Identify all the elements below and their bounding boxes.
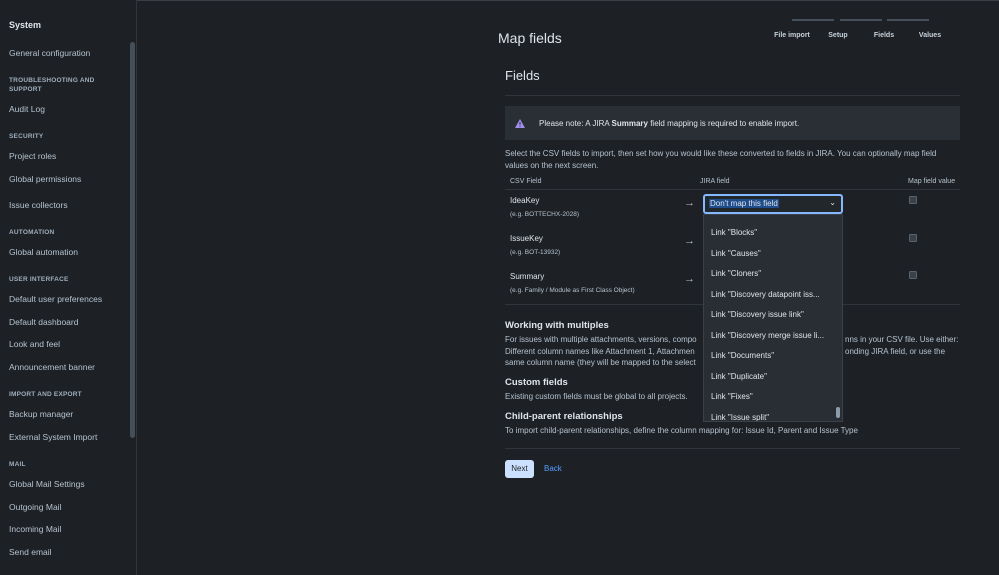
sidebar-heading-user-interface: USER INTERFACE [9,276,69,283]
sidebar-heading-mail: MAIL [9,461,26,468]
step-fields: Fields [873,32,895,39]
dropdown-option[interactable]: Link "Discovery merge issue li... [711,331,829,340]
dropdown-option[interactable]: Link "Discovery issue link" [711,310,829,319]
dropdown-option[interactable]: Link "Documents" [711,351,829,360]
step-file-import: File import [774,32,810,39]
divider [505,95,960,96]
chevron-down-icon: ⌄ [829,198,836,207]
sidebar-heading-automation: AUTOMATION [9,229,55,236]
note-bold: Summary [611,119,648,128]
sidebar-heading-security: SECURITY [9,133,44,140]
column-map-field-value: Map field value [908,178,956,185]
warning-icon [515,119,525,128]
sidebar-item-incoming-mail[interactable]: Incoming Mail [9,524,61,534]
fields-intro: Select the CSV fields to import, then se… [505,149,937,170]
sidebar-item-issue-collectors[interactable]: Issue collectors [9,200,68,210]
dropdown-option[interactable]: Link "Blocks" [711,228,829,237]
multiples-text-left-2: Different column names like Attachment 1… [505,347,695,356]
csv-field-name: IdeaKey [510,196,540,205]
sidebar-heading-troubleshooting: TROUBLESHOOTING AND SUPPORT [9,77,95,93]
divider [505,448,960,449]
select-value: Don't map this field [709,199,779,208]
sidebar-item-project-roles[interactable]: Project roles [9,151,56,161]
arrow-right-icon: → [684,273,695,285]
multiples-text-left-3: same column name (they will be mapped to… [505,358,696,367]
sidebar-item-default-dashboard[interactable]: Default dashboard [9,317,78,327]
sidebar-item-announcement-banner[interactable]: Announcement banner [9,362,95,372]
table-header-divider [505,189,960,190]
csv-field-name: IssueKey [510,234,543,243]
multiples-text-right-1: nns in your CSV file. Use either: [845,335,959,344]
sidebar-item-global-permissions[interactable]: Global permissions [9,174,81,184]
sidebar-heading-import-export: IMPORT AND EXPORT [9,391,82,398]
jira-field-select-focused[interactable]: Don't map this field ⌄ [703,194,843,214]
sidebar-item-default-user-preferences[interactable]: Default user preferences [9,294,102,304]
sidebar-item-global-automation[interactable]: Global automation [9,247,78,257]
dropdown-option[interactable]: Link "Duplicate" [711,372,829,381]
fields-heading: Fields [505,68,540,83]
multiples-text-left-1: For issues with multiple attachments, ve… [505,335,697,344]
map-field-value-checkbox[interactable] [909,234,917,242]
sidebar-item-external-system-import[interactable]: External System Import [9,432,97,442]
csv-field-example: (e.g. BOTTECHX-2028) [510,211,579,218]
dropdown-option[interactable]: Link "Discovery datapoint iss... [711,290,829,299]
dropdown-option[interactable]: Link "Causes" [711,249,829,258]
arrow-right-icon: → [684,235,695,247]
sidebar-item-general-configuration[interactable]: General configuration [9,48,90,58]
sidebar-title: System [9,20,42,30]
step-bar [792,19,834,21]
note-suffix: field mapping is required to enable impo… [647,119,800,128]
custom-fields-heading: Custom fields [505,377,568,388]
next-button[interactable]: Next [505,460,534,478]
sidebar-item-backup-manager[interactable]: Backup manager [9,409,73,419]
sidebar-item-outgoing-mail[interactable]: Outgoing Mail [9,502,61,512]
arrow-right-icon: → [684,197,695,209]
step-setup: Setup [828,32,848,39]
column-csv-field: CSV Field [510,178,542,185]
warning-text: Please note: A JIRA Summary field mappin… [539,119,799,128]
dropdown-option[interactable]: Link "Fixes" [711,392,829,401]
dropdown-scrollbar[interactable] [836,407,840,418]
sidebar-item-look-and-feel[interactable]: Look and feel [9,339,60,349]
sidebar-scrollbar[interactable] [130,42,135,438]
note-prefix: Please note: A JIRA [539,119,612,128]
page-title: Map fields [498,30,562,46]
child-parent-heading: Child-parent relationships [505,411,623,422]
warning-note: Please note: A JIRA Summary field mappin… [505,106,960,140]
back-link[interactable]: Back [544,464,562,473]
csv-field-name: Summary [510,272,545,281]
step-values: Values [918,32,942,39]
csv-field-example: (e.g. BOT-13932) [510,249,561,256]
progress-steps: File import Setup Fields Values [770,14,950,54]
child-parent-text: To import child-parent relationships, de… [505,426,858,435]
step-bar [887,19,929,21]
app-frame [0,0,999,575]
sidebar-item-send-email[interactable]: Send email [9,547,52,557]
map-field-value-checkbox[interactable] [909,271,917,279]
step-bar [840,19,882,21]
csv-field-example: (e.g. Family / Module as First Class Obj… [510,287,635,294]
sidebar-item-audit-log[interactable]: Audit Log [9,104,45,114]
column-jira-field: JIRA field [700,178,730,185]
multiples-heading: Working with multiples [505,320,609,331]
map-field-value-checkbox[interactable] [909,196,917,204]
dropdown-option[interactable]: Link "Cloners" [711,269,829,278]
sidebar-item-global-mail-settings[interactable]: Global Mail Settings [9,479,85,489]
dropdown-option[interactable]: Link "Issue split" [711,413,829,421]
jira-field-dropdown: Link "Blocks" Link "Causes" Link "Cloner… [703,214,843,422]
multiples-text-right-2: onding JIRA field, or use the [845,347,946,356]
sidebar: System General configuration TROUBLESHOO… [0,0,137,575]
